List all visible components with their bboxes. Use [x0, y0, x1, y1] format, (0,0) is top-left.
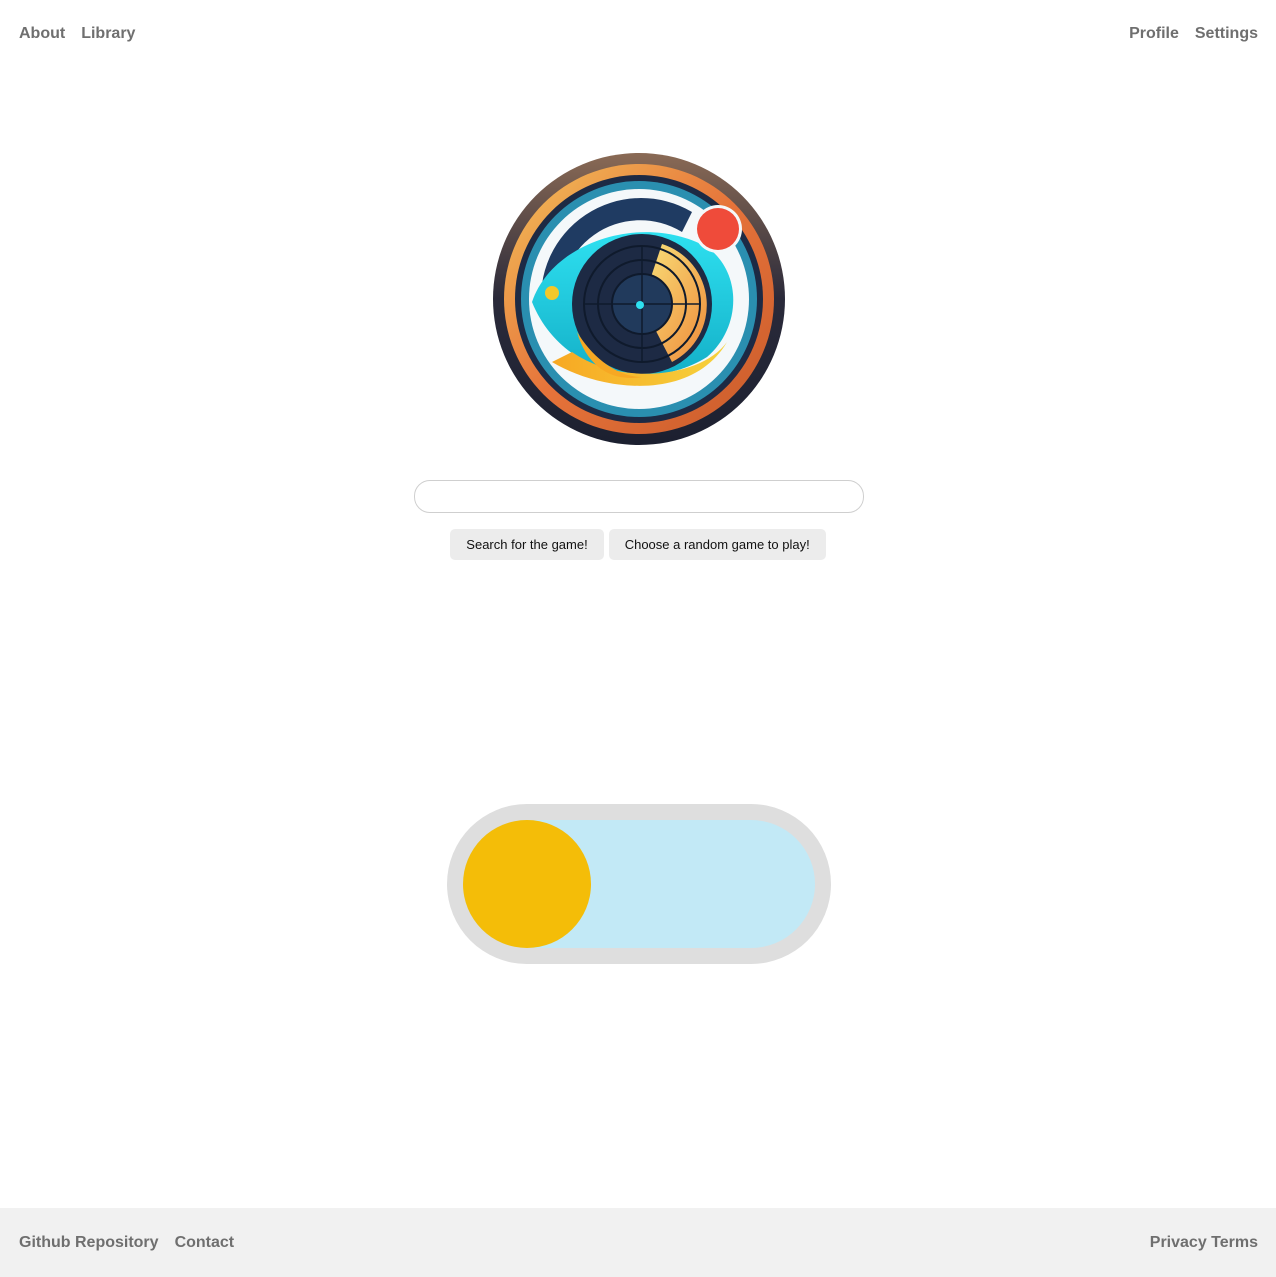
fish-target-logo-icon [492, 152, 786, 446]
top-nav: About Library Profile Settings [0, 0, 1276, 68]
top-nav-right: Profile Settings [1129, 24, 1258, 44]
footer-link-privacy-terms[interactable]: Privacy Terms [1150, 1233, 1258, 1253]
nav-link-profile[interactable]: Profile [1129, 24, 1179, 44]
random-game-button[interactable]: Choose a random game to play! [608, 529, 826, 560]
footer-link-github[interactable]: Github Repository [19, 1233, 159, 1253]
theme-toggle[interactable] [447, 804, 831, 964]
footer-left: Github Repository Contact [19, 1233, 234, 1253]
search-input[interactable] [414, 480, 864, 513]
action-buttons: Search for the game! Choose a random gam… [0, 529, 1276, 560]
toggle-knob[interactable] [463, 820, 591, 948]
nav-link-library[interactable]: Library [81, 24, 135, 44]
footer-link-contact[interactable]: Contact [175, 1233, 235, 1253]
page: About Library Profile Settings Search fo… [0, 0, 1276, 1277]
top-nav-left: About Library [19, 24, 135, 44]
search-game-button[interactable]: Search for the game! [450, 529, 604, 560]
footer: Github Repository Contact Privacy Terms [0, 1208, 1276, 1277]
nav-link-about[interactable]: About [19, 24, 65, 44]
footer-right: Privacy Terms [1150, 1233, 1258, 1253]
nav-link-settings[interactable]: Settings [1195, 24, 1258, 44]
